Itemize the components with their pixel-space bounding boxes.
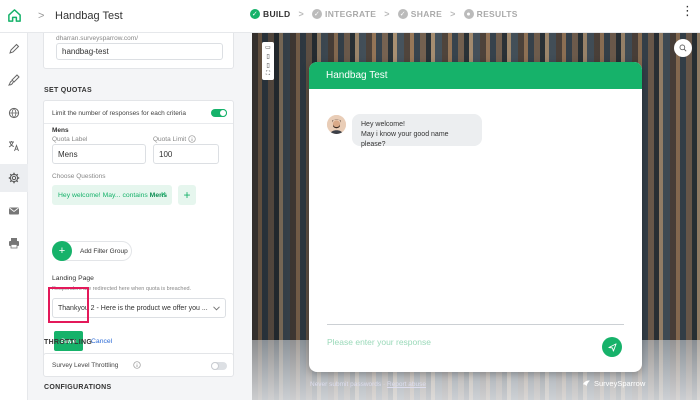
chevron-right-icon: > bbox=[384, 9, 390, 19]
report-abuse-link[interactable]: Report abuse bbox=[387, 381, 426, 388]
preview-footer: Never submit passwords · Report abuse bbox=[310, 381, 426, 388]
brush-icon bbox=[8, 74, 20, 86]
tablet-icon[interactable]: ▯ bbox=[262, 52, 274, 61]
toggle-knob bbox=[211, 362, 219, 370]
divider bbox=[44, 123, 233, 124]
sparrow-icon bbox=[582, 380, 591, 387]
bot-avatar bbox=[327, 115, 346, 134]
step-results[interactable]: ● RESULTS bbox=[463, 9, 518, 19]
add-filter-button[interactable]: + bbox=[178, 185, 196, 205]
check-icon: ✓ bbox=[397, 9, 408, 19]
send-button[interactable] bbox=[602, 337, 622, 357]
rail-item-print[interactable] bbox=[0, 229, 28, 257]
rail-item-notifications[interactable] bbox=[0, 197, 28, 225]
top-bar: > Handbag Test ✓ BUILD > ✓ INTEGRATE > ✓… bbox=[0, 0, 700, 33]
url-prefix: dharran.surveysparrow.com/ bbox=[56, 35, 139, 42]
quota-limit-input[interactable]: 100 bbox=[153, 144, 219, 164]
url-card: dharran.surveysparrow.com/ handbag-test bbox=[43, 33, 234, 69]
throttling-toggle[interactable] bbox=[211, 362, 227, 370]
chat-header: Handbag Test bbox=[309, 62, 642, 89]
info-icon[interactable] bbox=[133, 361, 141, 369]
bot-message-bubble: Hey welcome! May i know your good name p… bbox=[352, 114, 482, 148]
rail-item-translate[interactable] bbox=[0, 132, 28, 160]
rail-item-theme[interactable] bbox=[0, 66, 28, 94]
person-icon bbox=[327, 115, 346, 134]
quota-limit-caption: Quota Limit bbox=[153, 136, 187, 143]
desktop-icon[interactable]: ▭ bbox=[262, 43, 274, 52]
password-warning: Never submit passwords bbox=[310, 381, 382, 388]
add-filter-group-button[interactable]: + Add Filter Group bbox=[52, 241, 132, 261]
rail-item-language[interactable] bbox=[0, 99, 28, 127]
quota-label-caption: Quota Label bbox=[52, 136, 88, 143]
step-label: BUILD bbox=[263, 9, 291, 19]
send-icon bbox=[607, 342, 617, 352]
choose-questions-label: Choose Questions bbox=[52, 173, 106, 180]
response-input[interactable]: Please enter your response bbox=[327, 337, 587, 351]
check-icon: ✓ bbox=[250, 9, 260, 19]
limit-responses-label: Limit the number of responses for each c… bbox=[52, 110, 187, 117]
save-highlight-box bbox=[48, 287, 89, 323]
input-divider bbox=[327, 324, 624, 325]
check-icon: ✓ bbox=[312, 9, 323, 19]
more-options-icon[interactable]: ⋮ bbox=[681, 4, 694, 17]
info-icon[interactable] bbox=[188, 135, 196, 143]
url-slug-input[interactable]: handbag-test bbox=[56, 43, 223, 60]
filter-chip-text: Hey welcome! May... contains bbox=[58, 191, 148, 199]
step-build[interactable]: ✓ BUILD bbox=[250, 9, 290, 19]
home-icon[interactable] bbox=[7, 8, 22, 23]
translate-icon bbox=[8, 141, 19, 152]
footer-dot: · bbox=[382, 381, 386, 388]
pen-icon bbox=[9, 43, 20, 54]
step-navigation: ✓ BUILD > ✓ INTEGRATE > ✓ SHARE > ● RESU… bbox=[250, 9, 518, 19]
bot-message-line: Hey welcome! bbox=[361, 121, 405, 128]
settings-panel: dharran.surveysparrow.com/ handbag-test … bbox=[28, 33, 252, 400]
rail-item-settings[interactable] bbox=[0, 164, 28, 192]
fullscreen-icon[interactable]: ⛶ bbox=[262, 70, 274, 79]
quotas-card: Limit the number of responses for each c… bbox=[43, 100, 234, 363]
preview-search-button[interactable] bbox=[674, 39, 692, 57]
filter-chip[interactable]: Hey welcome! May... contains Mens × bbox=[52, 185, 172, 205]
chevron-right-icon: > bbox=[298, 9, 305, 19]
left-icon-rail bbox=[0, 33, 28, 400]
brand-name: SurveySparrow bbox=[594, 379, 646, 388]
mobile-icon[interactable]: ▯ bbox=[262, 61, 274, 70]
step-share[interactable]: ✓ SHARE bbox=[397, 9, 443, 19]
survey-level-throttling-label: Survey Level Throttling bbox=[52, 362, 119, 369]
search-icon bbox=[679, 44, 687, 52]
throttling-card: Survey Level Throttling bbox=[43, 353, 234, 377]
survey-preview: ▭ ▯ ▯ ⛶ Handbag Test Hey welcome! May i … bbox=[252, 33, 700, 400]
breadcrumb-separator: > bbox=[38, 10, 45, 22]
chat-window: Handbag Test Hey welcome! May i know you… bbox=[309, 62, 642, 372]
chevron-down-icon bbox=[213, 306, 220, 311]
cancel-link[interactable]: Cancel bbox=[91, 338, 112, 345]
step-label: RESULTS bbox=[476, 9, 518, 19]
limit-responses-toggle[interactable] bbox=[211, 109, 227, 117]
add-filter-group-label: Add Filter Group bbox=[80, 248, 128, 255]
bot-message-line: May i know your good name please? bbox=[361, 131, 449, 148]
step-label: INTEGRATE bbox=[325, 9, 377, 19]
device-toolbar: ▭ ▯ ▯ ⛶ bbox=[262, 42, 274, 80]
mail-icon bbox=[9, 207, 19, 215]
results-icon: ● bbox=[463, 9, 474, 19]
remove-chip-icon[interactable]: × bbox=[161, 189, 166, 199]
gear-icon bbox=[8, 172, 20, 184]
chevron-right-icon: > bbox=[450, 9, 456, 19]
throttling-heading: THROTTLING bbox=[44, 339, 93, 346]
quota-group-title: Mens bbox=[52, 127, 69, 134]
plus-icon: + bbox=[52, 241, 72, 261]
brand-logo[interactable]: SurveySparrow bbox=[582, 379, 645, 388]
rail-item-design[interactable] bbox=[0, 35, 28, 63]
landing-page-title: Landing Page bbox=[52, 275, 94, 282]
survey-title[interactable]: Handbag Test bbox=[55, 10, 123, 22]
quota-label-input[interactable]: Mens bbox=[52, 144, 146, 164]
step-label: SHARE bbox=[410, 9, 443, 19]
set-quotas-heading: SET QUOTAS bbox=[44, 87, 92, 94]
print-icon bbox=[9, 238, 19, 249]
globe-icon bbox=[8, 107, 20, 119]
step-integrate[interactable]: ✓ INTEGRATE bbox=[312, 9, 376, 19]
toggle-knob bbox=[219, 109, 227, 117]
configurations-heading: CONFIGURATIONS bbox=[44, 384, 112, 391]
